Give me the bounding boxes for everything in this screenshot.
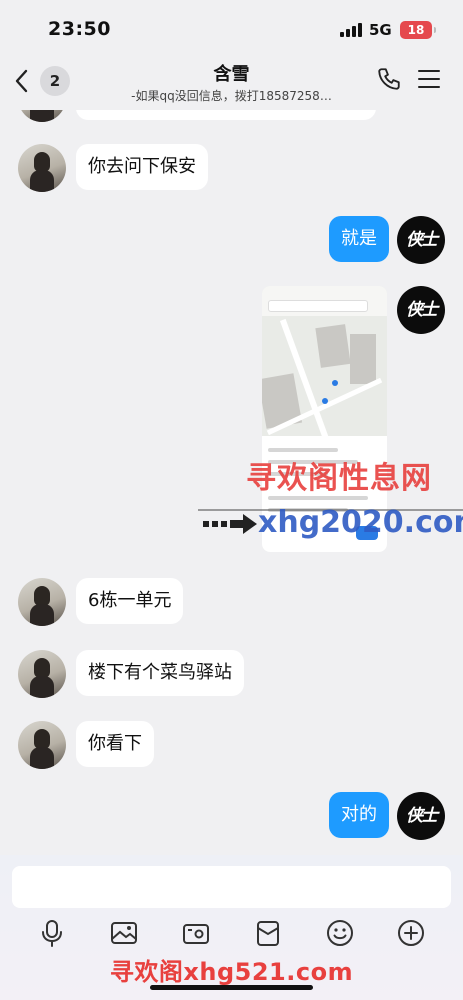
contact-avatar[interactable] — [18, 110, 66, 122]
status-time: 23:50 — [48, 18, 111, 40]
input-toolbar — [0, 917, 463, 953]
phone-icon — [378, 68, 400, 90]
more-button[interactable] — [395, 917, 427, 949]
contact-avatar[interactable] — [18, 650, 66, 698]
chat-header: 2 含雪 -如果qq没回信息，拨打18587258… — [0, 52, 463, 110]
message-bubble-incoming[interactable]: 你去问下保安 — [76, 144, 208, 190]
watermark-url: xhg2020.com — [258, 505, 463, 540]
home-indicator — [150, 985, 313, 990]
message-bubble-outgoing[interactable]: 对的 — [329, 792, 389, 838]
network-type: 5G — [369, 21, 392, 39]
message-bubble-partial — [76, 110, 376, 120]
message-bubble-outgoing[interactable]: 就是 — [329, 216, 389, 262]
phone-call-button[interactable] — [376, 66, 402, 96]
watermark-bottom: 寻欢阁xhg521.com — [109, 958, 354, 986]
microphone-icon — [42, 920, 62, 947]
watermark-text: 寻欢阁性息网 — [246, 461, 432, 496]
my-avatar[interactable]: 侠士 — [397, 286, 445, 334]
my-avatar[interactable]: 侠士 — [397, 216, 445, 264]
battery-icon: 18 — [400, 21, 436, 39]
contact-avatar[interactable] — [18, 721, 66, 769]
camera-icon — [183, 924, 209, 944]
emoji-icon — [327, 920, 353, 946]
plus-icon — [398, 920, 424, 946]
status-bar: 23:50 5G 18 — [0, 0, 463, 58]
camera-button[interactable] — [180, 917, 212, 949]
arrow-right-icon — [203, 514, 257, 534]
menu-button[interactable] — [418, 70, 440, 88]
voice-button[interactable] — [36, 917, 68, 949]
message-bubble-incoming[interactable]: 你看下 — [76, 721, 154, 767]
image-icon — [111, 922, 137, 944]
contact-avatar[interactable] — [18, 144, 66, 192]
photo-button[interactable] — [108, 917, 140, 949]
chat-screen: 23:50 5G 18 2 含雪 -如果qq没回信息，拨打18587258… 你… — [0, 0, 463, 1000]
red-packet-icon — [257, 921, 279, 946]
contact-avatar[interactable] — [18, 578, 66, 626]
my-avatar[interactable]: 侠士 — [397, 792, 445, 840]
message-bubble-incoming[interactable]: 楼下有个菜鸟驿站 — [76, 650, 244, 696]
signal-icon — [340, 23, 362, 37]
message-input[interactable] — [12, 866, 451, 908]
message-bubble-incoming[interactable]: 6栋一单元 — [76, 578, 184, 624]
emoji-button[interactable] — [324, 917, 356, 949]
red-packet-button[interactable] — [252, 917, 284, 949]
